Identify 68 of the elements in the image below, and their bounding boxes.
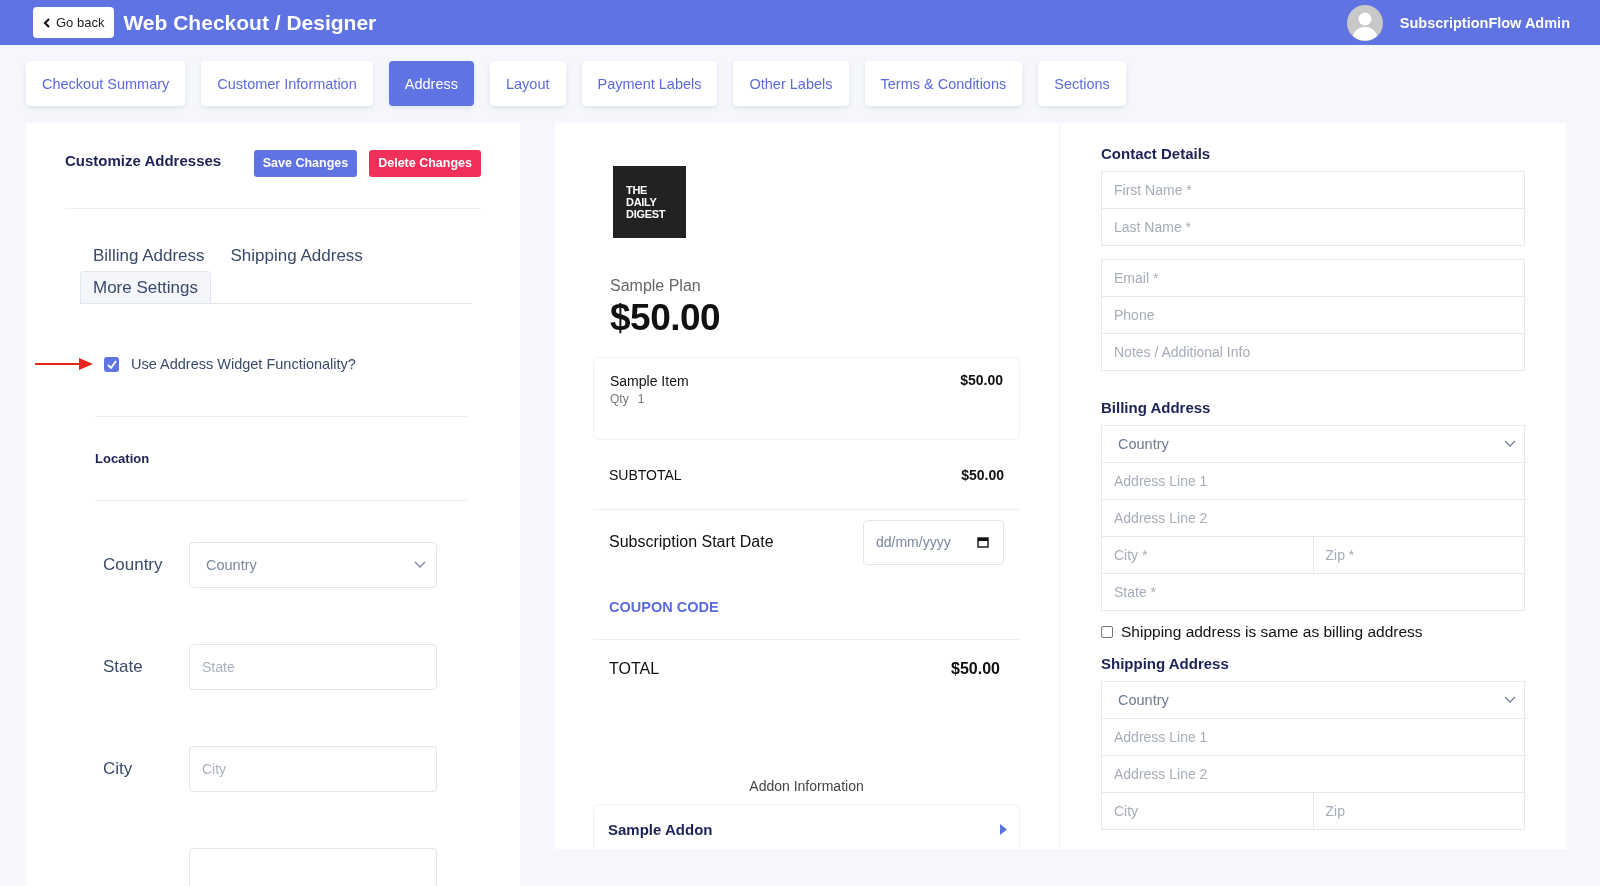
- text-field[interactable]: City: [1101, 792, 1314, 830]
- text-field[interactable]: Address Line 2: [1101, 499, 1525, 537]
- delete-button[interactable]: Delete Changes: [369, 149, 481, 177]
- form-heading: Billing Address: [1101, 399, 1212, 416]
- checkbox-label: Shipping address is same as billing address: [1121, 623, 1423, 641]
- plan-name: Sample Plan: [610, 277, 702, 295]
- item-price: $50.00: [960, 372, 1003, 390]
- plan-price: $50.00: [610, 297, 722, 339]
- checkbox-label: Use Address Widget Functionality?: [131, 356, 356, 372]
- field-label: Country: [102, 555, 164, 575]
- text-field[interactable]: First Name *: [1101, 171, 1525, 209]
- pointer-arrow: [35, 357, 95, 371]
- text-field[interactable]: State *: [1101, 573, 1525, 611]
- tab[interactable]: Other Labels: [733, 61, 849, 106]
- tab[interactable]: Terms & Conditions: [864, 61, 1023, 106]
- form-heading: Shipping Address: [1101, 655, 1230, 672]
- text-field[interactable]: Email *: [1101, 259, 1525, 297]
- text-field[interactable]: Address Line 1: [1101, 718, 1525, 756]
- total-label: TOTAL: [609, 660, 660, 678]
- total-value: $50.00: [951, 660, 1000, 678]
- text-field[interactable]: Address Line 2: [1101, 755, 1525, 793]
- tab[interactable]: Checkout Summary: [26, 61, 186, 106]
- tab[interactable]: Customer Information: [201, 61, 373, 106]
- text-field[interactable]: Notes / Additional Info: [1101, 333, 1525, 371]
- subtotal-value: $50.00: [961, 466, 1004, 483]
- chevron-down-icon: [1504, 440, 1516, 448]
- field-label: State: [102, 657, 144, 677]
- checkbox[interactable]: [1101, 626, 1113, 638]
- chevron-left-icon: [43, 17, 50, 28]
- addon-item[interactable]: Sample Addon: [593, 804, 1020, 849]
- start-date-label: Subscription Start Date: [609, 533, 774, 551]
- text-field[interactable]: [189, 848, 437, 886]
- coupon-code-link[interactable]: COUPON CODE: [609, 598, 719, 615]
- qty-label: Qty: [610, 392, 629, 406]
- subtab[interactable]: More Settings: [80, 271, 211, 303]
- section-title: Location: [94, 450, 151, 468]
- subtotal-label: SUBTOTAL: [609, 466, 682, 483]
- page-title: Web Checkout / Designer: [123, 10, 378, 35]
- subtab[interactable]: Billing Address: [80, 239, 218, 271]
- panel-title: Customize Addresses: [65, 151, 223, 169]
- save-button[interactable]: Save Changes: [253, 149, 358, 177]
- text-field[interactable]: Last Name *: [1101, 208, 1525, 246]
- avatar-icon[interactable]: [1346, 4, 1383, 41]
- form-heading: Contact Details: [1101, 145, 1212, 162]
- chevron-down-icon: [1504, 696, 1516, 704]
- qty-value: 1: [637, 392, 645, 406]
- item-name: Sample Item: [610, 373, 689, 389]
- tab[interactable]: Payment Labels: [581, 61, 718, 106]
- caret-right-icon: [1000, 823, 1007, 835]
- country-select[interactable]: Country: [189, 542, 437, 588]
- go-back-button[interactable]: Go back: [33, 7, 115, 38]
- addon-heading: Addon Information: [748, 778, 865, 794]
- date-field[interactable]: dd/mm/yyyy: [863, 519, 1004, 565]
- text-field[interactable]: Phone: [1101, 296, 1525, 334]
- user-name[interactable]: SubscriptionFlow Admin: [1399, 14, 1570, 31]
- calendar-icon[interactable]: [977, 535, 989, 548]
- text-field[interactable]: Zip: [1312, 792, 1525, 830]
- text-field[interactable]: State: [189, 644, 437, 690]
- chevron-down-icon: [414, 561, 426, 569]
- tab[interactable]: Sections: [1038, 61, 1126, 106]
- text-field[interactable]: City: [189, 746, 437, 792]
- text-field[interactable]: Address Line 1: [1101, 462, 1525, 500]
- checkbox[interactable]: [104, 356, 119, 372]
- logo: THE DAILY DIGEST: [613, 166, 686, 238]
- field-label: City: [102, 759, 134, 779]
- tab[interactable]: Address: [388, 61, 474, 106]
- subtab[interactable]: Shipping Address: [217, 239, 376, 271]
- tab[interactable]: Layout: [489, 61, 566, 106]
